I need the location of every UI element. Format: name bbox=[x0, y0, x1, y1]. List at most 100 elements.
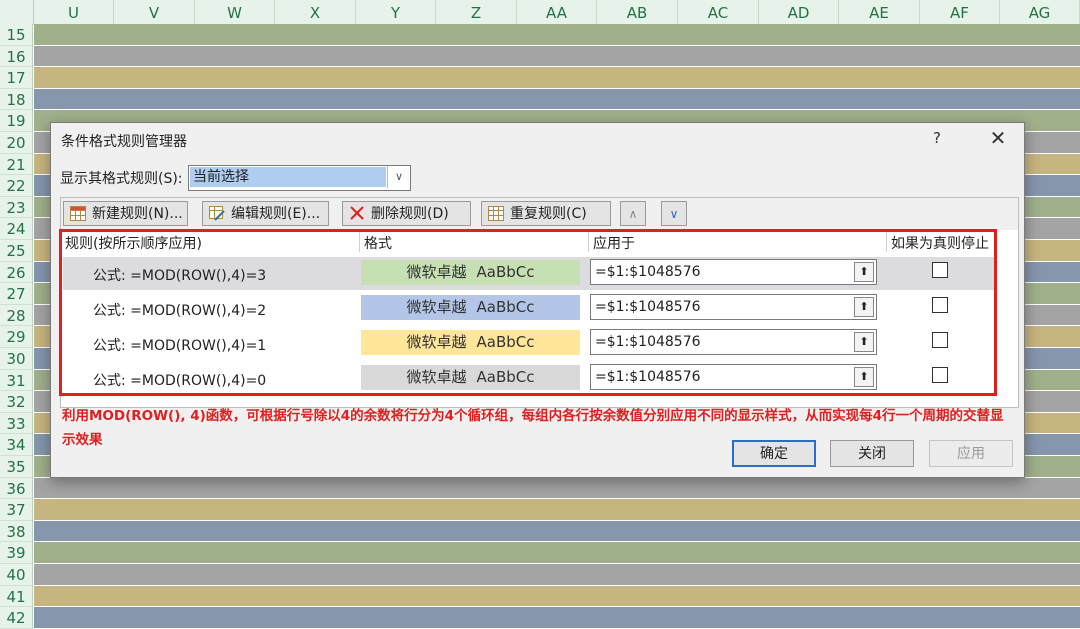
row-number[interactable]: 22 bbox=[0, 175, 33, 197]
column-header-ae[interactable]: AE bbox=[839, 0, 920, 24]
header-applies-to: 应用于 bbox=[593, 236, 635, 252]
row-number[interactable]: 21 bbox=[0, 153, 33, 176]
row-band[interactable] bbox=[34, 607, 1080, 628]
range-picker-icon[interactable]: ⬆ bbox=[854, 262, 874, 282]
new-rule-label: 新建规则(N)... bbox=[92, 206, 183, 222]
sheet-row[interactable]: 18 bbox=[0, 88, 1080, 111]
row-number[interactable]: 32 bbox=[0, 391, 33, 413]
rule-row[interactable]: 公式: =MOD(ROW(),4)=3 微软卓越 AaBbCc =$1:$104857… bbox=[63, 257, 996, 290]
column-header-ac[interactable]: AC bbox=[678, 0, 759, 24]
row-number[interactable]: 24 bbox=[0, 218, 33, 240]
row-number[interactable]: 42 bbox=[0, 607, 33, 629]
stop-if-true-checkbox[interactable] bbox=[932, 367, 948, 383]
row-band[interactable] bbox=[34, 45, 1080, 67]
sheet-row[interactable]: 15 bbox=[0, 24, 1080, 46]
column-header-af[interactable]: AF bbox=[920, 0, 1000, 24]
row-number[interactable]: 31 bbox=[0, 369, 33, 392]
row-band[interactable] bbox=[34, 585, 1080, 607]
chevron-down-icon[interactable]: ∨ bbox=[387, 166, 410, 188]
move-up-button[interactable]: ∧ bbox=[620, 201, 646, 226]
row-number[interactable]: 41 bbox=[0, 585, 33, 608]
column-header-x[interactable]: X bbox=[275, 0, 356, 24]
move-down-button[interactable]: ∨ bbox=[661, 201, 687, 226]
row-number[interactable]: 19 bbox=[0, 110, 33, 132]
help-icon[interactable]: ? bbox=[933, 129, 941, 147]
row-number[interactable]: 16 bbox=[0, 45, 33, 68]
column-header-v[interactable]: V bbox=[114, 0, 195, 24]
row-number[interactable]: 39 bbox=[0, 542, 33, 564]
row-number[interactable]: 36 bbox=[0, 477, 33, 500]
show-rules-dropdown[interactable]: 当前选择 ∨ bbox=[188, 165, 411, 191]
row-number[interactable]: 29 bbox=[0, 326, 33, 348]
duplicate-rule-button[interactable]: 重复规则(C) bbox=[481, 201, 611, 226]
column-header-u[interactable]: U bbox=[34, 0, 114, 24]
rule-formula: 公式: =MOD(ROW(),4)=3 bbox=[93, 268, 267, 284]
row-band[interactable] bbox=[34, 542, 1080, 563]
row-band[interactable] bbox=[34, 88, 1080, 110]
applies-to-field[interactable]: =$1:$1048576 ⬆ bbox=[590, 329, 877, 355]
stop-if-true-checkbox[interactable] bbox=[932, 332, 948, 348]
sheet-row[interactable]: 17 bbox=[0, 67, 1080, 89]
format-preview: 微软卓越 AaBbCc bbox=[361, 295, 580, 320]
row-number[interactable]: 15 bbox=[0, 24, 33, 46]
row-number[interactable]: 40 bbox=[0, 564, 33, 586]
sheet-row[interactable]: 42 bbox=[0, 607, 1080, 629]
sheet-row[interactable]: 38 bbox=[0, 520, 1080, 543]
close-icon[interactable]: ✕ bbox=[987, 126, 1009, 150]
row-band[interactable] bbox=[34, 499, 1080, 520]
row-number[interactable]: 33 bbox=[0, 412, 33, 435]
row-number[interactable]: 25 bbox=[0, 240, 33, 262]
table-new-icon bbox=[70, 206, 86, 221]
column-header-ag[interactable]: AG bbox=[1000, 0, 1080, 24]
sheet-row[interactable]: 36 bbox=[0, 477, 1080, 500]
column-header-ab[interactable]: AB bbox=[597, 0, 678, 24]
format-preview-sample: AaBbCc bbox=[476, 298, 535, 316]
row-band[interactable] bbox=[34, 564, 1080, 585]
applies-to-field[interactable]: =$1:$1048576 ⬆ bbox=[590, 364, 877, 390]
row-number[interactable]: 28 bbox=[0, 304, 33, 327]
range-picker-icon[interactable]: ⬆ bbox=[854, 367, 874, 387]
row-number[interactable]: 30 bbox=[0, 348, 33, 370]
select-all-corner[interactable] bbox=[0, 0, 34, 24]
rules-list: 规则(按所示顺序应用) 格式 应用于 如果为真则停止 公式: =MOD(ROW(… bbox=[60, 230, 1019, 408]
delete-rule-button[interactable]: 删除规则(D) bbox=[342, 201, 471, 226]
row-number[interactable]: 26 bbox=[0, 261, 33, 284]
stop-if-true-checkbox[interactable] bbox=[932, 262, 948, 278]
row-band[interactable] bbox=[34, 477, 1080, 499]
sheet-row[interactable]: 37 bbox=[0, 499, 1080, 521]
row-number[interactable]: 27 bbox=[0, 283, 33, 305]
new-rule-button[interactable]: 新建规则(N)... bbox=[63, 201, 188, 226]
row-number[interactable]: 37 bbox=[0, 499, 33, 521]
row-number[interactable]: 23 bbox=[0, 196, 33, 219]
sheet-row[interactable]: 41 bbox=[0, 585, 1080, 608]
row-number[interactable]: 18 bbox=[0, 88, 33, 111]
column-header-ad[interactable]: AD bbox=[759, 0, 839, 24]
column-header-aa[interactable]: AA bbox=[517, 0, 597, 24]
applies-to-field[interactable]: =$1:$1048576 ⬆ bbox=[590, 259, 877, 285]
column-header-w[interactable]: W bbox=[195, 0, 275, 24]
row-number[interactable]: 34 bbox=[0, 434, 33, 456]
sheet-row[interactable]: 16 bbox=[0, 45, 1080, 68]
row-band[interactable] bbox=[34, 67, 1080, 88]
range-picker-icon[interactable]: ⬆ bbox=[854, 297, 874, 317]
row-band[interactable] bbox=[34, 520, 1080, 542]
row-number[interactable]: 38 bbox=[0, 520, 33, 543]
range-picker-icon[interactable]: ⬆ bbox=[854, 332, 874, 352]
applies-to-field[interactable]: =$1:$1048576 ⬆ bbox=[590, 294, 877, 320]
rule-row[interactable]: 公式: =MOD(ROW(),4)=2 微软卓越 AaBbCc =$1:$104857… bbox=[63, 292, 996, 325]
format-preview-sample: AaBbCc bbox=[476, 263, 535, 281]
table-copy-icon bbox=[488, 206, 504, 221]
stop-if-true-checkbox[interactable] bbox=[932, 297, 948, 313]
column-header-z[interactable]: Z bbox=[436, 0, 517, 24]
rule-row[interactable]: 公式: =MOD(ROW(),4)=0 微软卓越 AaBbCc =$1:$104857… bbox=[63, 362, 996, 395]
sheet-row[interactable]: 40 bbox=[0, 564, 1080, 586]
edit-rule-button[interactable]: 编辑规则(E)... bbox=[202, 201, 329, 226]
sheet-row[interactable]: 39 bbox=[0, 542, 1080, 564]
row-band[interactable] bbox=[34, 24, 1080, 45]
row-number[interactable]: 17 bbox=[0, 67, 33, 89]
column-header-y[interactable]: Y bbox=[356, 0, 436, 24]
rule-row[interactable]: 公式: =MOD(ROW(),4)=1 微软卓越 AaBbCc =$1:$104857… bbox=[63, 327, 996, 360]
format-preview-sample: AaBbCc bbox=[476, 368, 535, 386]
row-number[interactable]: 20 bbox=[0, 132, 33, 154]
row-number[interactable]: 35 bbox=[0, 456, 33, 478]
